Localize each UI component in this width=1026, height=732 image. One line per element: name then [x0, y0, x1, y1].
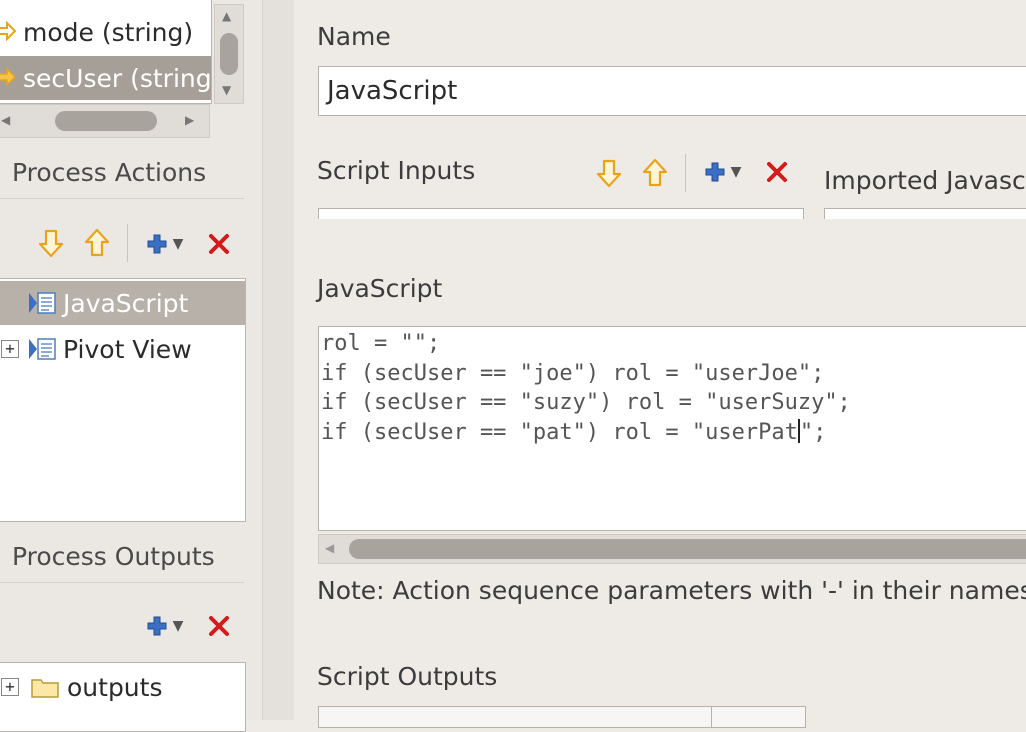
panel-divider[interactable]: [262, 0, 295, 720]
action-item-javascript[interactable]: JavaScript: [0, 281, 245, 325]
move-down-button[interactable]: [36, 228, 66, 258]
parameters-vscrollbar[interactable]: ▲ ▼: [214, 4, 244, 104]
left-panel: mode (string) secUser (string) ▲ ▼ ◀ ▶ P…: [0, 0, 262, 732]
code-line: if (secUser == "joe") rol = "userJoe";: [321, 360, 825, 386]
add-icon: [147, 234, 167, 254]
move-up-button[interactable]: [82, 228, 112, 258]
folder-icon: [31, 676, 59, 698]
move-down-button[interactable]: [594, 158, 624, 188]
add-output-button[interactable]: ▼: [142, 614, 188, 638]
close-icon: [767, 162, 787, 182]
scroll-down-icon[interactable]: ▼: [222, 83, 231, 97]
add-icon: [705, 162, 725, 182]
process-outputs-title: Process Outputs: [12, 542, 215, 571]
delete-output-button[interactable]: [204, 612, 234, 640]
add-icon: [147, 616, 167, 636]
note-text: Note: Action sequence parameters with '-…: [317, 576, 1026, 605]
process-actions-title: Process Actions: [12, 158, 207, 187]
script-outputs-table[interactable]: [318, 706, 806, 728]
script-outputs-label: Script Outputs: [317, 662, 498, 691]
parameters-list: mode (string) secUser (string): [0, 0, 212, 104]
add-action-button[interactable]: ▼: [142, 232, 188, 256]
name-label: Name: [317, 22, 391, 51]
arrow-up-icon: [642, 158, 668, 187]
close-icon: [209, 234, 229, 254]
scroll-left-icon[interactable]: ◀: [1, 113, 10, 127]
parameter-item-mode[interactable]: mode (string): [0, 10, 211, 54]
script-inputs-label: Script Inputs: [317, 156, 476, 185]
action-item-pivot-view[interactable]: + Pivot View: [0, 327, 245, 371]
javascript-label: JavaScript: [317, 274, 443, 303]
delete-input-button[interactable]: [762, 158, 792, 186]
scroll-thumb[interactable]: [55, 111, 157, 131]
script-action-icon: [27, 290, 57, 316]
delete-action-button[interactable]: [204, 230, 234, 258]
code-text: if (secUser == "pat") rol = "userPat: [321, 419, 798, 445]
process-outputs-tree: + outputs: [0, 662, 246, 732]
javascript-editor[interactable]: rol = ""; if (secUser == "joe") rol = "u…: [318, 326, 1026, 531]
chevron-down-icon: ▼: [172, 236, 184, 252]
scroll-thumb[interactable]: [220, 33, 238, 75]
section-divider: [0, 198, 244, 199]
arrow-right-icon: [0, 64, 17, 93]
name-field[interactable]: JavaScript: [318, 66, 1026, 116]
toolbar-separator: [127, 224, 128, 262]
close-icon: [209, 616, 229, 636]
column-divider: [711, 707, 712, 727]
parameter-label: secUser (string): [23, 63, 211, 93]
chevron-down-icon: ▼: [730, 164, 742, 180]
arrow-down-icon: [38, 229, 64, 258]
code-line: rol = "";: [321, 331, 441, 356]
add-input-button[interactable]: ▼: [700, 160, 746, 184]
expand-icon[interactable]: +: [1, 678, 19, 696]
scroll-thumb[interactable]: [349, 539, 1026, 559]
scroll-right-icon[interactable]: ▶: [185, 113, 194, 127]
code-text: ";: [799, 419, 827, 445]
action-label: Pivot View: [63, 334, 192, 364]
script-inputs-table[interactable]: [318, 208, 804, 219]
imported-javascript-table[interactable]: [824, 208, 1026, 219]
editor-hscrollbar[interactable]: ◀: [318, 534, 1026, 564]
output-label: outputs: [67, 672, 163, 702]
action-label: JavaScript: [63, 288, 189, 318]
scroll-up-icon[interactable]: ▲: [222, 9, 231, 23]
parameters-hscrollbar[interactable]: ◀ ▶: [0, 104, 210, 138]
parameter-item-secuser[interactable]: secUser (string): [0, 56, 211, 100]
toolbar-separator: [685, 154, 686, 192]
detail-panel: Name JavaScript Script Inputs ▼ Imported…: [294, 0, 1026, 728]
script-action-icon: [27, 336, 57, 362]
section-divider: [0, 582, 244, 583]
chevron-down-icon: ▼: [172, 618, 184, 634]
scroll-left-icon[interactable]: ◀: [325, 541, 334, 555]
code-line: if (secUser == "suzy") rol = "userSuzy";: [321, 390, 851, 415]
arrow-right-icon: [0, 18, 17, 47]
process-actions-tree: JavaScript + Pivot View: [0, 278, 246, 522]
arrow-up-icon: [84, 228, 110, 257]
code-line-with-caret: if (secUser == "pat") rol = "userPat";: [321, 418, 1026, 448]
expand-icon[interactable]: +: [1, 340, 19, 358]
move-up-button[interactable]: [640, 158, 670, 188]
parameter-label: mode (string): [23, 17, 194, 47]
output-item-outputs[interactable]: + outputs: [0, 665, 245, 709]
arrow-down-icon: [596, 159, 622, 188]
imported-javascript-label: Imported Javascript: [824, 166, 1026, 195]
